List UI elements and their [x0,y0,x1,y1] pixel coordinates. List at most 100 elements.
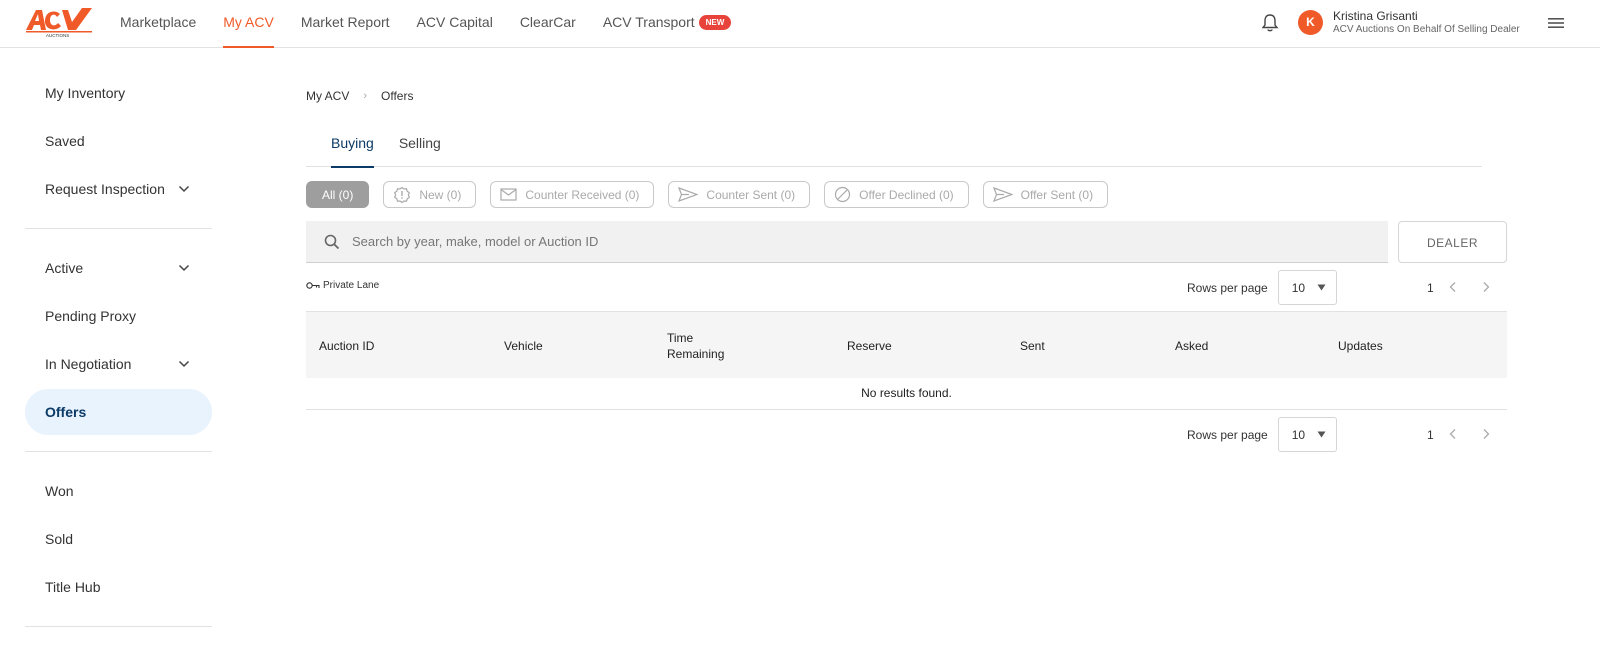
sidebar-item-title-hub[interactable]: Title Hub [25,564,212,610]
rows-per-page-label: Rows per page [1187,427,1268,442]
sidebar-item-offers[interactable]: Offers [25,389,212,435]
sidebar-item-label: Sold [45,531,74,547]
key-icon [306,282,320,289]
sidebar-divider [25,228,212,229]
send-icon [678,187,699,202]
offer-status-filters: All (0) New (0) Counter Received (0) Cou… [306,181,1122,208]
sidebar-item-label: Active [45,260,84,276]
filter-label: New (0) [419,187,462,202]
prev-page-icon[interactable] [1447,281,1459,293]
column-header-time-remaining[interactable]: Time Remaining [667,312,727,379]
breadcrumb-my-acv[interactable]: My ACV [306,89,349,103]
nav-acv-transport[interactable]: ACV Transport NEW [603,0,732,48]
table-header: Auction ID Vehicle Time Remaining Reserv… [306,311,1507,378]
column-header-vehicle[interactable]: Vehicle [504,312,543,379]
sidebar-item-label: Title Hub [45,579,101,595]
sidebar-item-label: My Inventory [45,85,126,101]
new-badge: NEW [698,15,732,30]
hamburger-menu-icon[interactable] [1548,16,1564,30]
next-page-icon[interactable] [1480,281,1492,293]
private-lane-legend: Private Lane [306,280,379,291]
sidebar-item-won[interactable]: Won [25,468,212,514]
acv-auctions-logo[interactable]: AUCTIONS [24,6,94,38]
tab-selling[interactable]: Selling [399,128,441,167]
sidebar-item-label: Offers [45,404,87,420]
breadcrumb: My ACV › Offers [306,89,413,103]
search-icon [324,234,340,249]
prev-page-icon[interactable] [1447,428,1459,440]
empty-state-message: No results found. [306,378,1507,410]
offers-tabs: Buying Selling [306,128,1482,168]
rows-per-page-select[interactable]: 10 [1277,270,1337,305]
breadcrumb-separator-icon: › [363,90,368,102]
block-icon [835,186,851,203]
pagination-top: Rows per page 10 [1187,270,1337,305]
current-page-number: 1 [1427,281,1434,295]
user-organization: ACV Auctions On Behalf Of Selling Dealer [1333,24,1520,35]
nav-acv-capital[interactable]: ACV Capital [417,0,493,48]
pagination-bottom: Rows per page 10 [1187,417,1337,452]
rows-per-page-value: 10 [1291,427,1306,442]
sidebar-item-request-inspection[interactable]: Request Inspection [25,166,212,212]
private-lane-label: Private Lane [323,280,380,291]
nav-my-acv[interactable]: My ACV [223,0,274,48]
rows-per-page-select[interactable]: 10 [1277,417,1337,452]
filter-offer-sent[interactable]: Offer Sent (0) [982,181,1109,208]
caret-down-icon [1317,284,1326,291]
offers-table: Auction ID Vehicle Time Remaining Reserv… [306,311,1507,410]
sidebar: My Inventory Saved Request Inspection Ac… [25,70,212,643]
sidebar-item-label: Request Inspection [45,181,165,197]
filter-label: Counter Received (0) [525,187,640,202]
sidebar-item-label: Won [45,483,74,499]
sidebar-item-label: Pending Proxy [45,308,137,324]
sidebar-item-saved[interactable]: Saved [25,118,212,164]
column-header-sent[interactable]: Sent [1020,312,1045,379]
filter-label: Counter Sent (0) [706,187,796,202]
alert-badge-icon [394,186,411,203]
user-name[interactable]: Kristina Grisanti [1333,9,1418,23]
envelope-icon [500,188,517,201]
nav-marketplace[interactable]: Marketplace [120,0,196,48]
current-page-number: 1 [1427,428,1434,442]
sidebar-item-active[interactable]: Active [25,245,212,291]
filter-new[interactable]: New (0) [383,181,477,208]
notification-bell-icon[interactable] [1261,13,1279,33]
nav-acv-transport-label: ACV Transport [602,14,695,30]
logo-caption: AUCTIONS [46,33,69,38]
send-icon [992,187,1013,202]
chevron-down-icon [178,360,190,368]
column-header-auction-id[interactable]: Auction ID [319,312,374,379]
sidebar-item-label: In Negotiation [45,356,132,372]
filter-label: Offer Sent (0) [1020,187,1094,202]
sidebar-divider [25,451,212,452]
tab-buying[interactable]: Buying [331,128,374,168]
sidebar-item-label: Saved [45,133,85,149]
sidebar-divider [25,626,212,627]
filter-offer-declined[interactable]: Offer Declined (0) [824,181,969,208]
sidebar-item-my-inventory[interactable]: My Inventory [25,70,212,116]
column-header-reserve[interactable]: Reserve [847,312,892,379]
nav-clearcar[interactable]: ClearCar [520,0,576,48]
filter-label: All (0) [322,187,354,202]
rows-per-page-value: 10 [1291,280,1306,295]
next-page-icon[interactable] [1480,428,1492,440]
rows-per-page-label: Rows per page [1187,280,1268,295]
breadcrumb-offers: Offers [381,89,414,103]
sidebar-item-in-negotiation[interactable]: In Negotiation [25,341,212,387]
chevron-down-icon [178,185,190,193]
filter-counter-sent[interactable]: Counter Sent (0) [668,181,811,208]
column-header-asked[interactable]: Asked [1175,312,1208,379]
search-bar [306,221,1388,263]
dealer-button[interactable]: DEALER [1398,221,1507,263]
search-input[interactable] [352,234,1252,249]
filter-counter-received[interactable]: Counter Received (0) [490,181,655,208]
sidebar-item-sold[interactable]: Sold [25,516,212,562]
user-avatar[interactable]: K [1298,10,1323,35]
caret-down-icon [1317,431,1326,438]
chevron-down-icon [178,264,190,272]
sidebar-item-pending-proxy[interactable]: Pending Proxy [25,293,212,339]
nav-market-report[interactable]: Market Report [301,0,390,48]
main-nav: Marketplace My ACV Market Report ACV Cap… [120,0,758,48]
filter-all[interactable]: All (0) [306,181,370,208]
column-header-updates[interactable]: Updates [1338,312,1383,379]
